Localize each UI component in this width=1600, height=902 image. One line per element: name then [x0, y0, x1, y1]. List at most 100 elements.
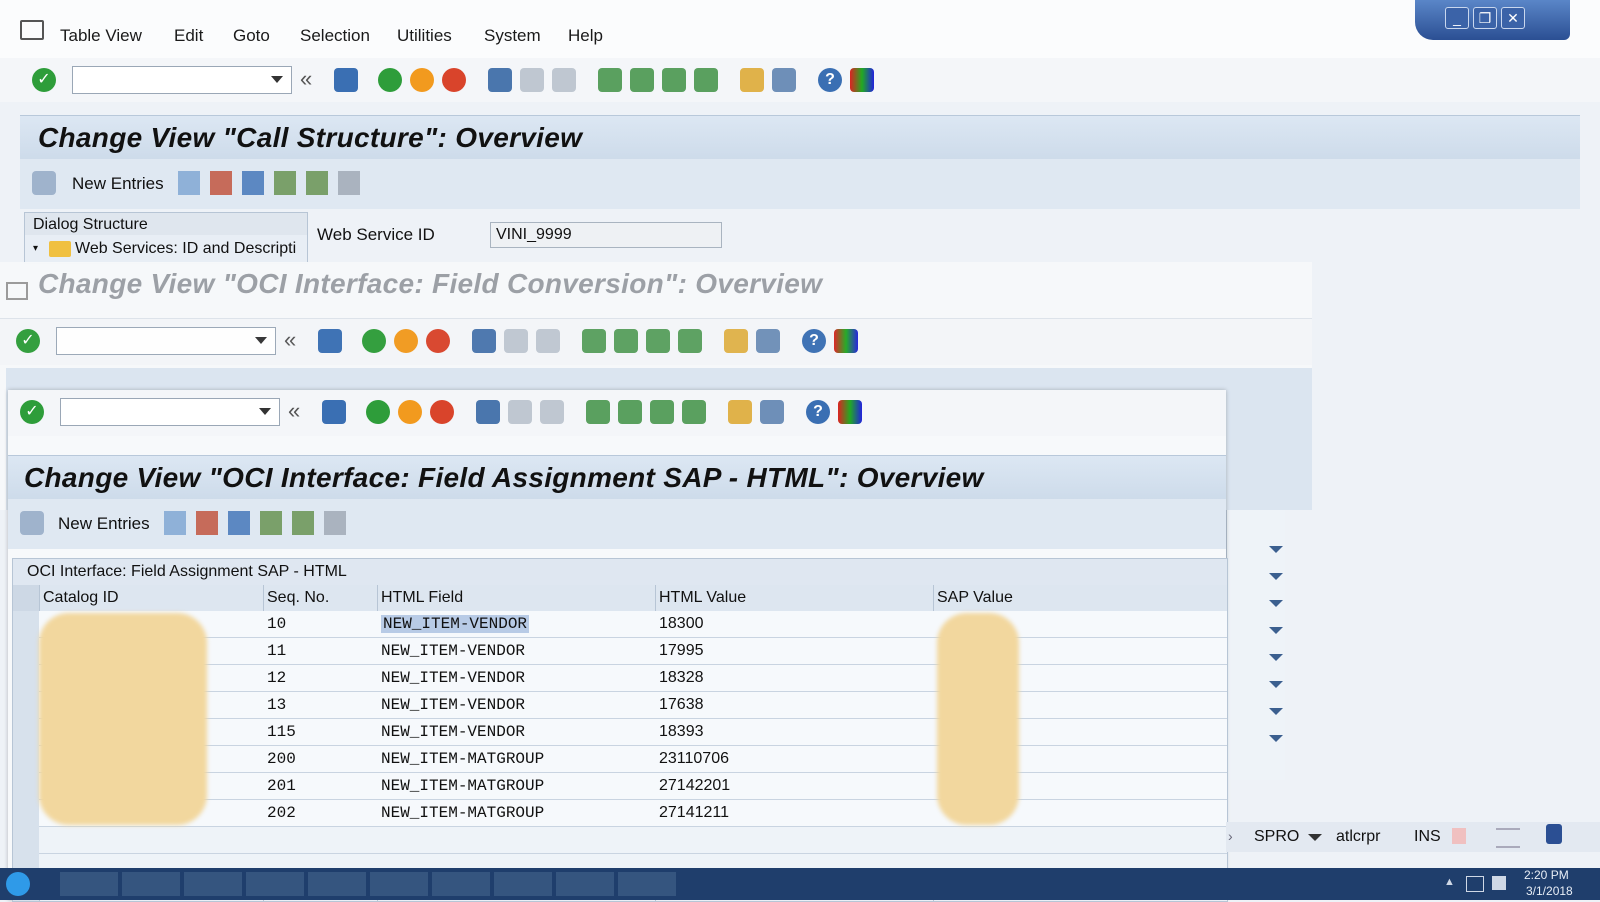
cancel-icon[interactable]	[442, 68, 466, 92]
exit-icon[interactable]	[410, 68, 434, 92]
create-session-icon[interactable]	[728, 400, 752, 424]
select-all-icon[interactable]	[260, 511, 282, 535]
exit-icon[interactable]	[394, 329, 418, 353]
status-expand-icon[interactable]: ›	[1228, 828, 1233, 844]
seq-no-cell[interactable]: 201	[267, 777, 296, 795]
save-icon[interactable]	[334, 68, 358, 92]
seq-no-cell[interactable]: 200	[267, 750, 296, 768]
shortcut-icon[interactable]	[760, 400, 784, 424]
web-service-id-field[interactable]: VINI_9999	[490, 222, 722, 248]
deselect-all-icon[interactable]	[338, 171, 360, 195]
status-transaction[interactable]: SPRO	[1254, 828, 1299, 846]
first-page-icon[interactable]	[586, 400, 610, 424]
column-header-html-value[interactable]: HTML Value	[659, 589, 746, 607]
next-page-icon[interactable]	[650, 400, 674, 424]
command-field[interactable]	[56, 327, 276, 355]
tree-item-web-services[interactable]: Web Services: ID and Descripti	[75, 240, 303, 258]
select-block-icon[interactable]	[292, 511, 314, 535]
seq-no-cell[interactable]: 11	[267, 642, 286, 660]
chevron-down-icon[interactable]	[1269, 735, 1283, 742]
lock-icon[interactable]	[1546, 824, 1562, 844]
minimize-button[interactable]: _	[1445, 7, 1469, 29]
seq-no-cell[interactable]: 12	[267, 669, 286, 687]
network-icon[interactable]	[1466, 876, 1484, 892]
html-value-cell[interactable]: 27141211	[659, 804, 729, 822]
find-icon[interactable]	[520, 68, 544, 92]
taskbar-app-icon[interactable]	[308, 872, 366, 896]
column-header-seq-no[interactable]: Seq. No.	[267, 589, 329, 607]
chevron-down-icon[interactable]	[1269, 573, 1283, 580]
copy-as-icon[interactable]	[164, 511, 186, 535]
new-entries-button[interactable]: New Entries	[72, 174, 164, 194]
customize-layout-icon[interactable]	[838, 400, 862, 424]
html-value-cell[interactable]: 27142201	[659, 777, 730, 795]
seq-no-cell[interactable]: 115	[267, 723, 296, 741]
menu-selection[interactable]: Selection	[300, 26, 370, 46]
taskbar-app-icon[interactable]	[246, 872, 304, 896]
seq-no-cell[interactable]: 10	[267, 615, 286, 633]
start-icon[interactable]	[6, 872, 30, 896]
taskbar-app-icon[interactable]	[122, 872, 180, 896]
enter-check-icon[interactable]: ✓	[16, 329, 40, 353]
collapse-icon[interactable]: «	[300, 68, 324, 92]
chevron-down-icon[interactable]	[1269, 627, 1283, 634]
save-icon[interactable]	[322, 400, 346, 424]
last-page-icon[interactable]	[678, 329, 702, 353]
back-icon[interactable]	[362, 329, 386, 353]
select-all-rows-button[interactable]	[13, 585, 40, 611]
chevron-down-icon[interactable]	[1269, 708, 1283, 715]
back-icon[interactable]	[366, 400, 390, 424]
menu-system[interactable]: System	[484, 26, 541, 46]
print-icon[interactable]	[472, 329, 496, 353]
chevron-down-icon[interactable]	[1269, 600, 1283, 607]
table-row[interactable]: 10 NEW_ITEM-VENDOR 18300	[39, 611, 1227, 638]
chevron-down-icon[interactable]	[1269, 681, 1283, 688]
clock-date[interactable]: 3/1/2018	[1526, 884, 1573, 898]
close-button[interactable]: ✕	[1501, 7, 1525, 29]
previous-page-icon[interactable]	[630, 68, 654, 92]
display-change-icon[interactable]	[20, 511, 44, 535]
html-field-cell[interactable]: NEW_ITEM-VENDOR	[381, 723, 525, 741]
previous-page-icon[interactable]	[614, 329, 638, 353]
menu-edit[interactable]: Edit	[174, 26, 203, 46]
chevron-down-icon[interactable]	[1269, 546, 1283, 553]
next-page-icon[interactable]	[662, 68, 686, 92]
command-field[interactable]	[60, 398, 280, 426]
new-entries-button[interactable]: New Entries	[58, 514, 150, 534]
help-icon[interactable]: ?	[818, 68, 842, 92]
undo-icon[interactable]	[242, 171, 264, 195]
command-field[interactable]	[72, 66, 292, 94]
first-page-icon[interactable]	[582, 329, 606, 353]
collapse-icon[interactable]: «	[284, 329, 308, 353]
collapse-icon[interactable]: «	[288, 400, 312, 424]
taskbar-app-icon[interactable]	[618, 872, 676, 896]
html-value-cell[interactable]: 17995	[659, 642, 704, 660]
print-icon[interactable]	[488, 68, 512, 92]
find-next-icon[interactable]	[540, 400, 564, 424]
exit-icon[interactable]	[398, 400, 422, 424]
copy-as-icon[interactable]	[178, 171, 200, 195]
create-session-icon[interactable]	[740, 68, 764, 92]
first-page-icon[interactable]	[598, 68, 622, 92]
cancel-icon[interactable]	[426, 329, 450, 353]
save-icon[interactable]	[318, 329, 342, 353]
html-field-cell[interactable]: NEW_ITEM-MATGROUP	[381, 750, 544, 768]
help-icon[interactable]: ?	[806, 400, 830, 424]
previous-page-icon[interactable]	[618, 400, 642, 424]
chevron-down-icon[interactable]	[1308, 834, 1322, 841]
cancel-icon[interactable]	[430, 400, 454, 424]
tree-expand-icon[interactable]: ▾	[33, 243, 38, 254]
html-value-cell[interactable]: 23110706	[659, 750, 729, 768]
html-field-cell[interactable]: NEW_ITEM-VENDOR	[381, 615, 530, 633]
window-menu-icon[interactable]	[20, 20, 44, 40]
status-mode[interactable]: INS	[1414, 828, 1441, 846]
tray-expand-icon[interactable]: ▲	[1444, 876, 1455, 888]
column-header-html-field[interactable]: HTML Field	[381, 589, 463, 607]
select-all-icon[interactable]	[274, 171, 296, 195]
shortcut-icon[interactable]	[772, 68, 796, 92]
table-row[interactable]: 12 NEW_ITEM-VENDOR 18328	[39, 665, 1227, 692]
taskbar-app-icon[interactable]	[556, 872, 614, 896]
last-page-icon[interactable]	[694, 68, 718, 92]
column-header-catalog-id[interactable]: Catalog ID	[43, 589, 119, 607]
taskbar-app-icon[interactable]	[184, 872, 242, 896]
